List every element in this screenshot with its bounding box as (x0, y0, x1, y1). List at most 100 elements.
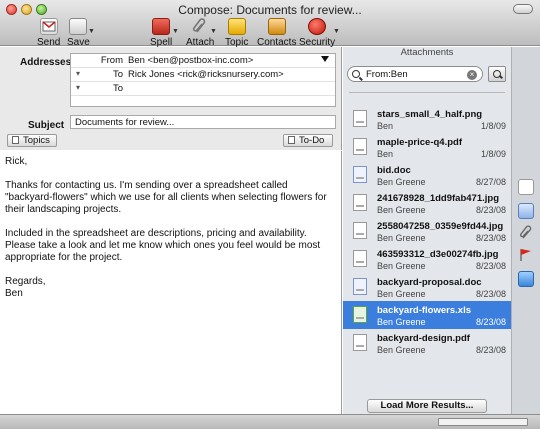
save-dropdown-icon[interactable]: ▼ (88, 28, 95, 35)
attach-dropdown-icon[interactable]: ▼ (210, 28, 217, 35)
attachment-date: 8/23/08 (475, 317, 506, 327)
to2-kind: To (112, 83, 123, 94)
attachment-date: 8/23/08 (475, 233, 506, 243)
attachment-sender: Ben Greene (377, 177, 426, 187)
save-icon (69, 18, 88, 35)
todo-button[interactable]: To-Do (283, 134, 333, 147)
attachment-date: 1/8/09 (480, 149, 506, 159)
spell-check-icon (152, 18, 171, 35)
image-file-icon (353, 222, 367, 239)
pdf-file-icon (353, 334, 367, 351)
attachment-name: 2558047258_0359e9fd44.jpg (377, 221, 504, 232)
attachment-date: 1/8/09 (480, 121, 506, 131)
topics-button[interactable]: Topics (7, 134, 57, 147)
contacts-icon (267, 18, 286, 35)
save-button[interactable]: Save (67, 18, 90, 48)
attachment-date: 8/23/08 (475, 289, 506, 299)
documents-icon[interactable] (518, 179, 534, 195)
todo-label: To-Do (299, 135, 325, 146)
topic-button[interactable]: Topic (225, 18, 248, 48)
send-icon (39, 18, 58, 35)
image-file-icon (353, 194, 367, 211)
toolbar-toggle-button[interactable] (513, 4, 533, 14)
attachment-item[interactable]: backyard-flowers.xls Ben Greene 8/23/08 (343, 301, 511, 329)
image-file-icon (353, 110, 367, 127)
address-list: From Ben <ben@postbox-inc.com> ▾ To Rick… (70, 53, 336, 107)
xls-file-icon (353, 306, 367, 323)
attachment-date: 8/27/08 (475, 177, 506, 187)
from-kind: From (100, 55, 123, 66)
subject-input[interactable]: Documents for review... (70, 115, 336, 129)
contacts-button[interactable]: Contacts (257, 18, 296, 48)
to-value[interactable]: Rick Jones <rick@ricksnursery.com> (128, 69, 284, 80)
from-row[interactable]: From Ben <ben@postbox-inc.com> (71, 54, 335, 68)
attachment-date: 8/23/08 (475, 345, 506, 355)
attachment-item[interactable]: backyard-design.pdf Ben Greene 8/23/08 (343, 329, 511, 357)
addresses-label: Addresses (20, 57, 72, 68)
doc-file-icon (353, 166, 367, 183)
attachment-sender: Ben (377, 121, 394, 131)
spell-button[interactable]: Spell (150, 18, 172, 48)
paperclip-icon (191, 18, 209, 35)
subject-label: Subject (28, 120, 65, 131)
compose-header: Addresses From Ben <ben@postbox-inc.com>… (0, 47, 342, 150)
to2-bullet-icon: ▾ (76, 83, 81, 92)
address-card-icon[interactable] (518, 271, 534, 287)
body-signature: Ben (5, 288, 23, 299)
status-bar (0, 414, 540, 429)
message-body[interactable]: Rick, Thanks for contacting us. I'm send… (0, 151, 342, 414)
attachment-sender: Ben Greene (377, 261, 426, 271)
from-value: Ben <ben@postbox-inc.com> (128, 55, 254, 66)
attachment-item[interactable]: 2558047258_0359e9fd44.jpg Ben Greene 8/23/… (343, 217, 511, 245)
security-button[interactable]: Security (299, 18, 335, 48)
clear-search-icon[interactable]: × (467, 70, 477, 80)
attachments-search-input[interactable]: From:Ben × (347, 66, 483, 82)
attachment-sender: Ben Greene (377, 345, 426, 355)
topic-icon (227, 18, 246, 35)
attachment-name: maple-price-q4.pdf (377, 137, 462, 148)
attachments-pane: Attachments From:Ben × stars_small_4_hal… (343, 47, 511, 414)
attachment-item[interactable]: stars_small_4_half.png Ben 1/8/09 (343, 105, 511, 133)
to-kind: To (112, 69, 123, 80)
attachment-item[interactable]: 463593312_d3e00274fb.jpg Ben Greene 8/23/0… (343, 245, 511, 273)
attachment-sender: Ben Greene (377, 317, 426, 327)
attachment-item[interactable]: bid.doc Ben Greene 8/27/08 (343, 161, 511, 189)
body-greeting: Rick, (5, 156, 28, 167)
pdf-file-icon (353, 138, 367, 155)
search-icon (352, 70, 360, 78)
body-paragraph-1: Thanks for contacting us. I'm sending ov… (5, 180, 327, 215)
topics-icon (12, 136, 19, 144)
search-options-button[interactable] (488, 66, 506, 82)
to-row-empty[interactable]: ▾ To (71, 82, 335, 96)
spell-dropdown-icon[interactable]: ▼ (172, 28, 179, 35)
attachment-name: backyard-proposal.doc (377, 277, 482, 288)
window-title: Compose: Documents for review... (178, 3, 362, 17)
resize-handle[interactable] (438, 418, 528, 426)
pane-divider (349, 92, 505, 93)
to-bullet-icon: ▾ (76, 69, 81, 78)
security-dropdown-icon[interactable]: ▼ (333, 28, 340, 35)
copy-icon[interactable] (518, 203, 534, 219)
load-more-button[interactable]: Load More Results... (367, 399, 487, 413)
attachment-sender: Ben Greene (377, 205, 426, 215)
attachment-sender: Ben (377, 149, 394, 159)
paperclip-icon[interactable] (518, 225, 534, 241)
attachment-item[interactable]: backyard-proposal.doc Ben Greene 8/23/08 (343, 273, 511, 301)
body-closing: Regards, (5, 276, 46, 287)
attachment-sender: Ben Greene (377, 289, 426, 299)
attachments-title: Attachments (400, 47, 454, 58)
attachment-date: 8/23/08 (475, 261, 506, 271)
image-file-icon (353, 250, 367, 267)
attachment-item[interactable]: 241678928_1dd9fab471.jpg Ben Greene 8/23/0… (343, 189, 511, 217)
flag-icon[interactable] (518, 247, 534, 263)
from-dropdown-icon[interactable] (321, 56, 329, 62)
attachment-name: stars_small_4_half.png (377, 109, 483, 120)
send-button[interactable]: Send (37, 18, 60, 48)
to-row[interactable]: ▾ To Rick Jones <rick@ricksnursery.com> (71, 68, 335, 82)
attachment-name: 241678928_1dd9fab471.jpg (377, 193, 499, 204)
security-icon (308, 18, 327, 35)
attachment-item[interactable]: maple-price-q4.pdf Ben 1/8/09 (343, 133, 511, 161)
doc-file-icon (353, 278, 367, 295)
side-strip (511, 47, 540, 414)
title-bar: Compose: Documents for review... Send Sa… (0, 0, 540, 48)
